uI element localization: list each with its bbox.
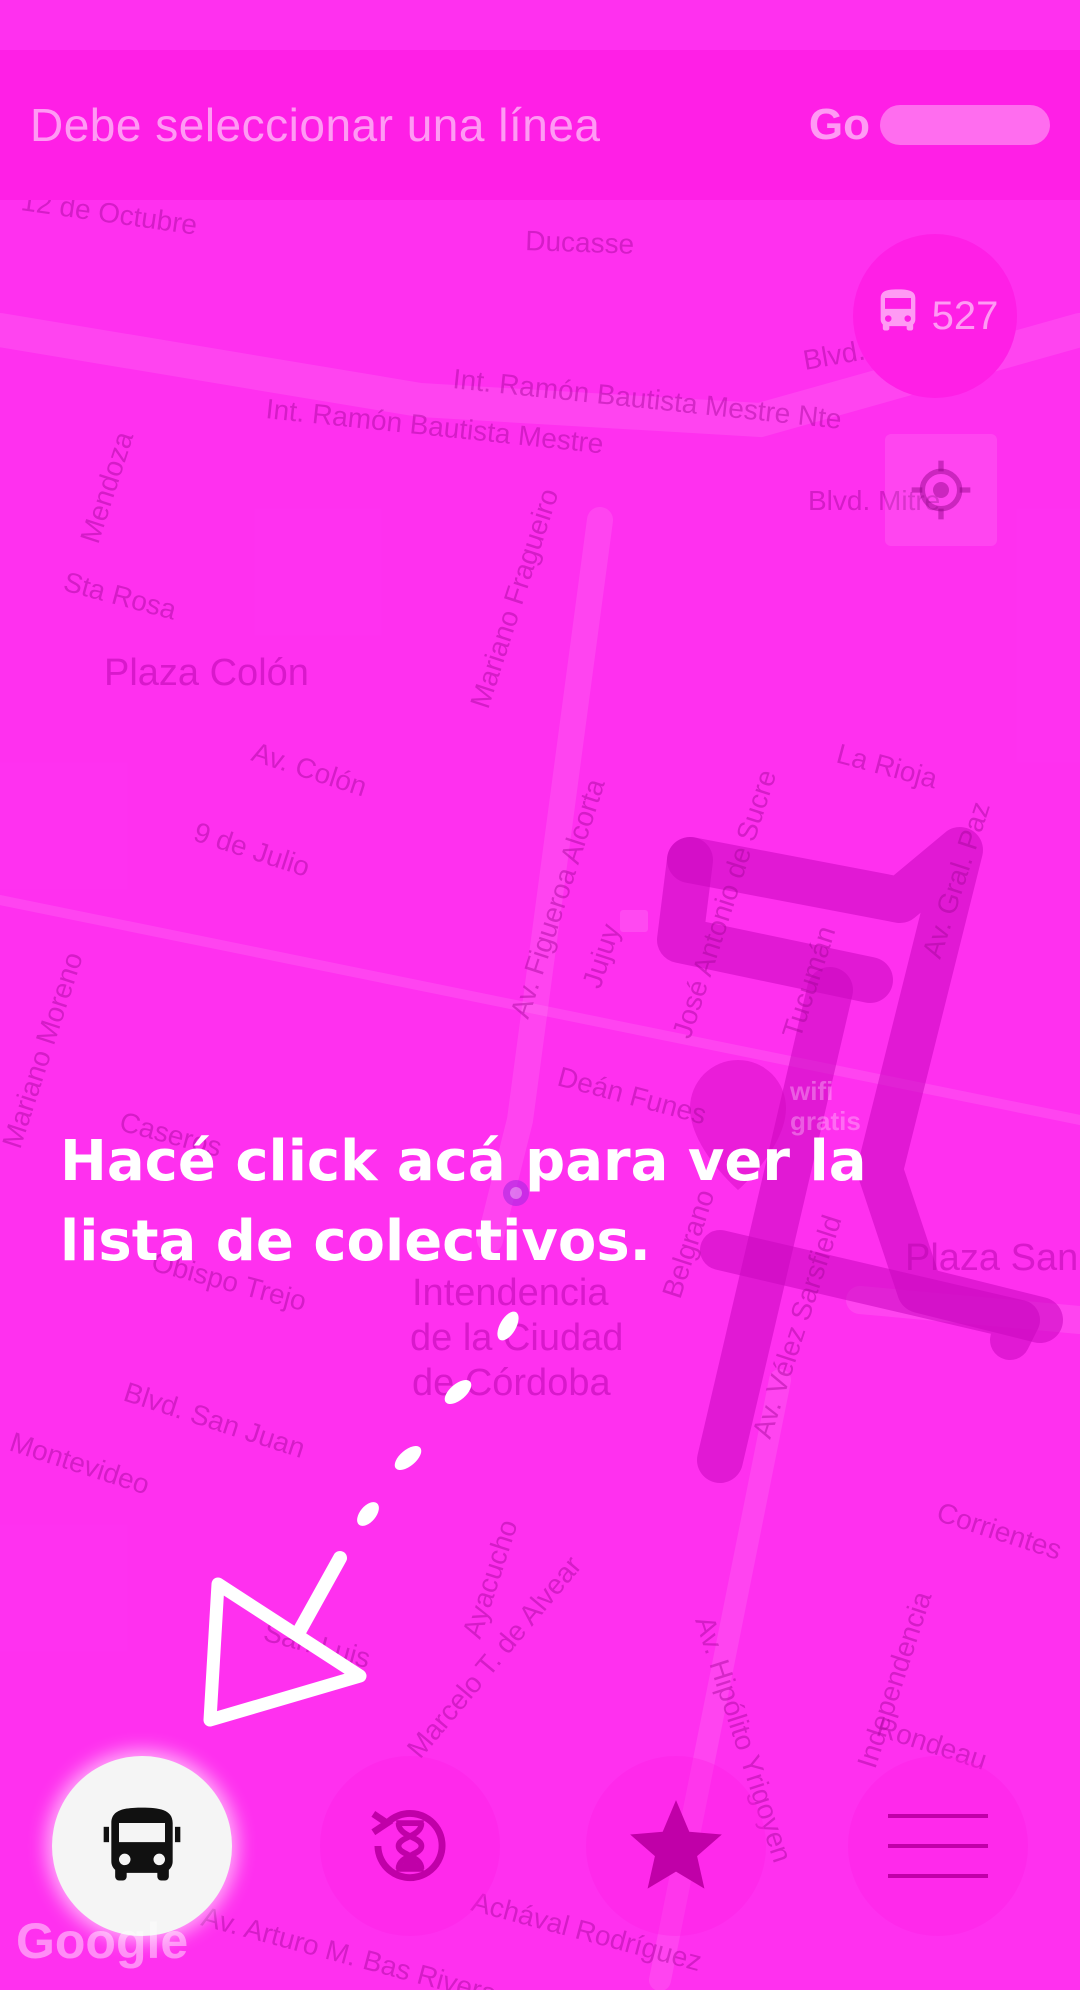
- menu-button[interactable]: [848, 1756, 1028, 1936]
- brand-text: Go: [808, 100, 870, 149]
- bus-list-button[interactable]: [52, 1756, 232, 1936]
- star-icon: [630, 1800, 722, 1889]
- history-hourglass-icon: [371, 1810, 446, 1882]
- svg-text:wifi: wifi: [789, 1076, 833, 1106]
- brand-mark: [880, 105, 1050, 145]
- line-selection-prompt[interactable]: Debe seleccionar una línea: [30, 98, 600, 152]
- bus-icon: [872, 285, 924, 347]
- tutorial-hint: Hacé click acá para ver la lista de cole…: [60, 1129, 867, 1274]
- favorites-button[interactable]: [586, 1756, 766, 1936]
- menu-icon: [888, 1814, 988, 1878]
- google-logo: Google: [16, 1913, 189, 1969]
- brand-logo: Go: [809, 100, 1050, 150]
- top-bar: Debe seleccionar una línea Go: [0, 50, 1080, 200]
- crosshair-icon: [911, 460, 971, 520]
- map-street-label: Ducasse: [525, 225, 635, 260]
- bus-icon: [103, 1807, 181, 1881]
- map-street-label: Plaza Colón: [104, 652, 309, 694]
- nearby-buses-button[interactable]: 527: [853, 234, 1017, 398]
- history-button[interactable]: [320, 1756, 500, 1936]
- hint-arrow-icon: [203, 1311, 519, 1727]
- bus-count: 527: [931, 293, 999, 338]
- map-street-label: Plaza San Martín: [905, 1237, 1080, 1279]
- my-location-button[interactable]: [885, 434, 997, 546]
